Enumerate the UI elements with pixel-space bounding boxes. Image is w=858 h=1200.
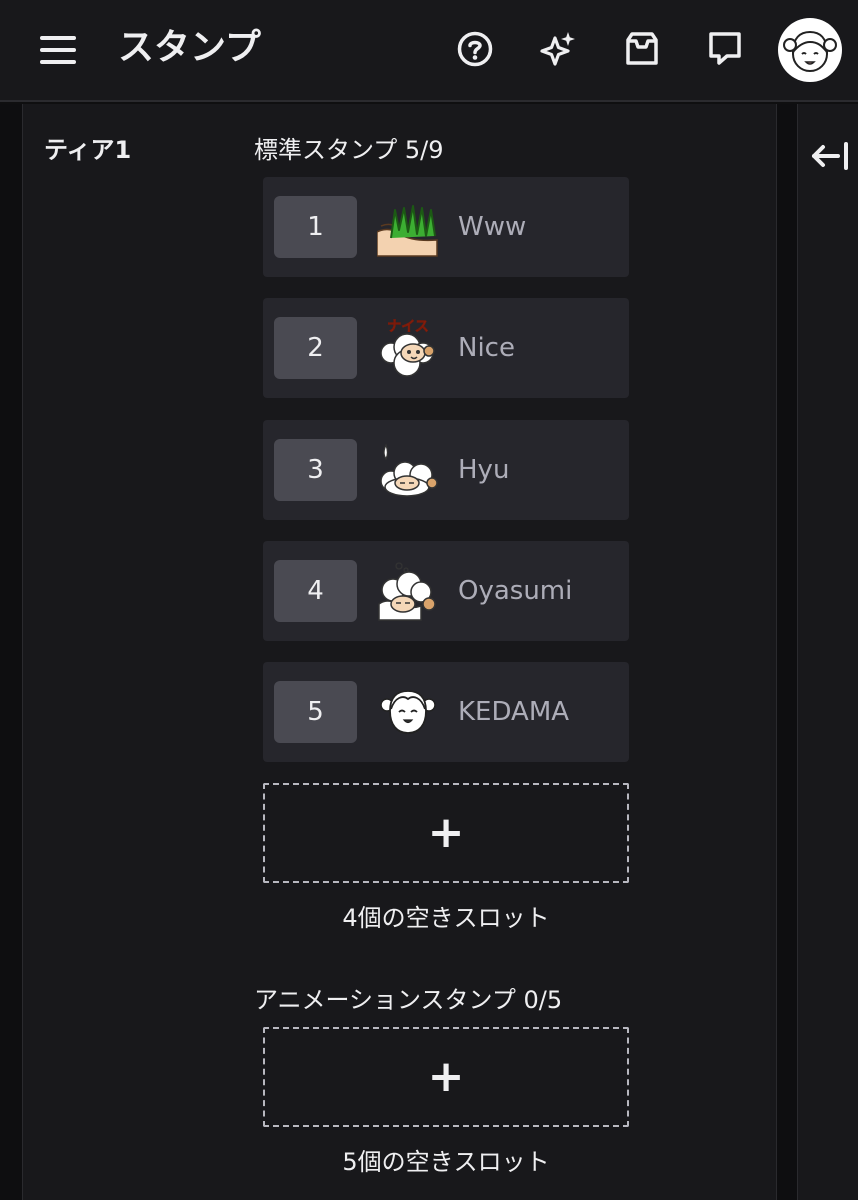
slot-number[interactable]: 1 [274, 196, 357, 258]
stamp-slot-2[interactable]: 2 ナイス Nice [263, 298, 629, 398]
collapse-left-icon[interactable] [810, 140, 852, 172]
help-icon[interactable] [454, 28, 496, 70]
top-bar: スタンプ [0, 0, 858, 102]
slot-number[interactable]: 5 [274, 681, 357, 743]
standard-stamps-title: 標準スタンプ 5/9 [254, 136, 444, 164]
animated-stamps-title: アニメーションスタンプ 0/5 [254, 986, 563, 1014]
stamp-slot-4[interactable]: 4 Oyasumi [263, 541, 629, 641]
stamp-name: Www [458, 212, 527, 242]
avatar[interactable] [778, 18, 842, 82]
stamp-image-oyasumi [377, 560, 439, 622]
stamp-name: Oyasumi [458, 576, 573, 606]
stamp-slot-1[interactable]: 1 Www [263, 177, 629, 277]
stamp-image-www [376, 196, 439, 258]
stamp-slot-3[interactable]: 3 Hyu [263, 420, 629, 520]
stamp-text-nice: ナイス [387, 319, 429, 335]
empty-slots-note: 5個の空きスロット [342, 1148, 550, 1176]
menu-icon[interactable] [36, 30, 80, 70]
stamp-image-nice: ナイス [377, 317, 439, 379]
stamp-name: Nice [458, 333, 515, 363]
left-gutter [0, 104, 22, 1200]
slot-number[interactable]: 2 [274, 317, 357, 379]
panel-gutter [777, 104, 797, 1200]
sparkle-icon[interactable] [537, 28, 579, 70]
stamp-image-hyu [377, 439, 439, 501]
plus-icon: + [427, 1051, 465, 1102]
tier-label: ティア1 [44, 136, 132, 164]
slot-number[interactable]: 4 [274, 560, 357, 622]
empty-slots-note: 4個の空きスロット [342, 904, 550, 932]
inbox-icon[interactable] [621, 28, 663, 70]
whisper-icon[interactable] [704, 28, 746, 70]
stamp-image-kedama [377, 681, 439, 743]
slot-number[interactable]: 3 [274, 439, 357, 501]
add-animated-stamp-button[interactable]: + [263, 1027, 629, 1127]
page-title: スタンプ [118, 27, 261, 68]
right-sidebar [797, 104, 858, 1200]
plus-icon: + [427, 807, 465, 858]
add-standard-stamp-button[interactable]: + [263, 783, 629, 883]
stamp-name: Hyu [458, 455, 510, 485]
stamp-slot-5[interactable]: 5 KEDAMA [263, 662, 629, 762]
stamp-name: KEDAMA [458, 697, 570, 727]
